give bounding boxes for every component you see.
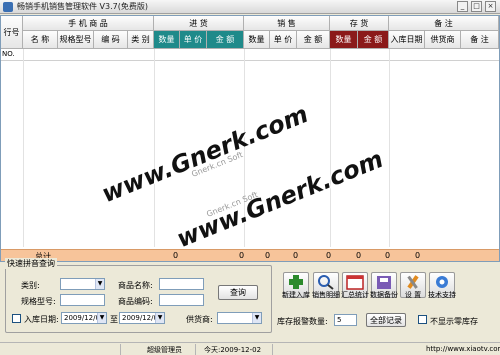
date-to-picker[interactable]: 2009/12/02 ▼: [119, 312, 165, 324]
date-from-picker[interactable]: 2009/12/02 ▼: [61, 312, 107, 324]
supplier-label: 供货商:: [186, 315, 213, 324]
stock-alarm-label: 库存报警数量:: [277, 317, 328, 326]
status-divider: [120, 344, 121, 355]
minimize-button[interactable]: _: [457, 1, 468, 12]
row-number-header: 行号: [1, 16, 23, 49]
column-header-purchase-qty[interactable]: 数量: [154, 31, 180, 49]
window-title: 畅销手机销售管理软件 V3.7(免费版): [17, 2, 148, 11]
tech-support-label: 技术支持: [428, 291, 456, 299]
total-stock-qty: 0: [356, 251, 362, 260]
column-header-sales-price[interactable]: 单 价: [270, 31, 297, 49]
group-header-notes: 备 注: [389, 16, 499, 31]
column-header-sales-amount[interactable]: 金 额: [297, 31, 330, 49]
total-extra: 0: [415, 251, 421, 260]
category-select[interactable]: ▼: [60, 278, 105, 290]
product-name-label: 商品名称:: [118, 281, 153, 290]
quick-search-title: 快速拼音查询: [5, 258, 57, 269]
model-label: 规格型号:: [21, 297, 56, 306]
column-header-stock-amount[interactable]: 金 额: [358, 31, 389, 49]
group-header-product: 手 机 商 品: [23, 16, 154, 31]
chevron-down-icon: ▼: [95, 279, 104, 289]
category-label: 类别:: [21, 281, 40, 290]
close-button[interactable]: ×: [485, 1, 496, 12]
total-sales-amount: 0: [326, 251, 332, 260]
row-number: NO.: [2, 50, 15, 58]
status-divider: [195, 344, 196, 355]
column-header-name[interactable]: 名 称: [23, 31, 58, 49]
column-header-purchase-price[interactable]: 单 价: [180, 31, 207, 49]
app-icon: [3, 2, 13, 12]
model-input[interactable]: [60, 294, 105, 306]
tools-icon: [407, 275, 419, 289]
column-divider: [244, 49, 245, 247]
chevron-down-icon: ▼: [252, 313, 261, 323]
column-header-purchase-amount[interactable]: 金 额: [207, 31, 244, 49]
chevron-down-icon: ▼: [97, 313, 106, 323]
calendar-icon: [346, 275, 364, 290]
product-name-input[interactable]: [159, 278, 204, 290]
status-divider: [272, 344, 273, 355]
hide-zero-stock-checkbox[interactable]: [418, 315, 427, 324]
column-divider: [389, 49, 390, 247]
support-icon: [436, 276, 448, 288]
group-header-sales: 销 售: [244, 16, 330, 31]
title-bar: 畅销手机销售管理软件 V3.7(免费版) _ □ ×: [0, 0, 500, 14]
status-date: 今天:2009-12-02: [204, 346, 262, 354]
stock-alarm-input[interactable]: 5: [334, 314, 357, 326]
column-header-model[interactable]: 规格型号: [58, 31, 94, 49]
column-divider: [23, 49, 24, 247]
total-sales-qty: 0: [265, 251, 271, 260]
column-header-sales-qty[interactable]: 数量: [244, 31, 270, 49]
chevron-down-icon: ▼: [155, 313, 164, 323]
total-purchase-qty: 0: [173, 251, 179, 260]
plus-icon: [289, 275, 303, 289]
new-stock-label: 新建入库: [282, 291, 310, 299]
status-website: http://www.xiaotv.com: [426, 345, 500, 353]
data-grid[interactable]: 行号 手 机 商 品 进 货 销 售 存 货 备 注 名 称 规格型号 编 码 …: [0, 15, 500, 262]
maximize-button[interactable]: □: [471, 1, 482, 12]
column-header-notes[interactable]: 备 注: [461, 31, 499, 49]
status-bar: 超级管理员 今天:2009-12-02 http://www.xiaotv.co…: [0, 342, 500, 355]
date-to-label: 至: [110, 315, 118, 324]
supplier-select[interactable]: ▼: [217, 312, 262, 324]
column-header-stock-qty[interactable]: 数量: [330, 31, 358, 49]
column-header-date[interactable]: 入库日期: [389, 31, 425, 49]
column-divider: [330, 49, 331, 247]
all-records-button[interactable]: 全部记录: [366, 313, 406, 327]
column-header-category[interactable]: 类 别: [128, 31, 154, 49]
date-filter-label: 入库日期:: [24, 315, 59, 324]
backup-icon: [377, 276, 391, 289]
table-row[interactable]: NO.: [1, 49, 499, 61]
total-purchase-amount: 0: [239, 251, 245, 260]
hide-zero-stock-label: 不显示零库存: [430, 317, 478, 326]
product-code-input[interactable]: [159, 294, 204, 306]
query-button[interactable]: 查询: [218, 285, 258, 300]
date-filter-checkbox[interactable]: [12, 314, 21, 323]
status-user: 超级管理员: [147, 346, 182, 354]
column-header-code[interactable]: 编 码: [94, 31, 128, 49]
column-divider: [154, 49, 155, 247]
total-sales-price: 0: [293, 251, 299, 260]
magnifier-icon: [318, 275, 334, 290]
product-code-label: 商品编码:: [118, 297, 153, 306]
column-header-supplier[interactable]: 供货商: [425, 31, 461, 49]
group-header-stock: 存 货: [330, 16, 389, 31]
total-row: 总计 0 0 0 0 0 0 0 0: [1, 249, 499, 261]
total-stock-amount: 0: [385, 251, 391, 260]
group-header-purchase: 进 货: [154, 16, 244, 31]
